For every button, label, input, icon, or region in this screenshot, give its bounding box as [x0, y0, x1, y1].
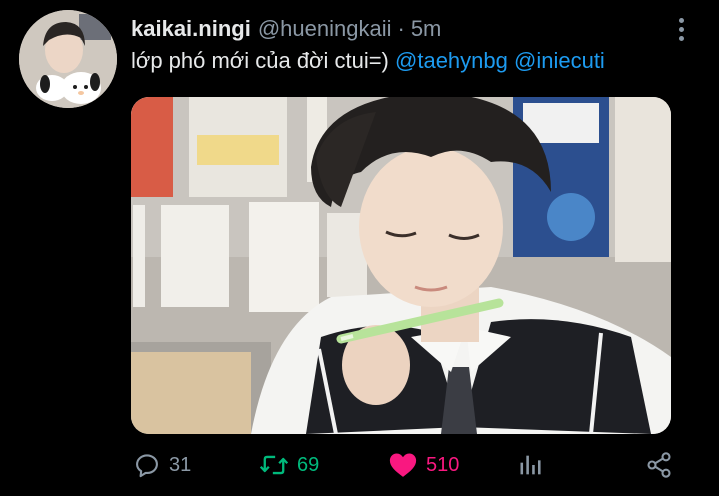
- tweet-actions: 31 69 510: [131, 446, 691, 484]
- tweet[interactable]: kaikai.ningi @hueningkaii · 5m lớp phó m…: [0, 0, 719, 496]
- display-name[interactable]: kaikai.ningi: [131, 14, 251, 44]
- retweet-button[interactable]: 69: [259, 446, 319, 484]
- avatar-image: [19, 10, 117, 108]
- stats-button[interactable]: [517, 446, 545, 484]
- heart-icon: [389, 453, 417, 477]
- user-handle[interactable]: @hueningkaii: [258, 14, 392, 44]
- tweet-header: kaikai.ningi @hueningkaii · 5m: [131, 14, 441, 44]
- tweet-body: lớp phó mới của đời ctui=): [131, 48, 389, 73]
- share-button[interactable]: [645, 446, 673, 484]
- reply-button[interactable]: 31: [133, 446, 191, 484]
- mention-link[interactable]: @taehynbg: [395, 48, 508, 73]
- more-dot: [678, 17, 684, 23]
- like-button[interactable]: 510: [388, 446, 459, 484]
- header-separator: ·: [397, 16, 405, 41]
- mention-link[interactable]: @iniecuti: [514, 48, 605, 73]
- stats-icon: [520, 455, 541, 475]
- tweet-photo: [131, 97, 671, 434]
- more-dot: [678, 35, 684, 41]
- retweet-icon: [259, 455, 289, 475]
- tweet-text: lớp phó mới của đời ctui=) @taehynbg @in…: [131, 46, 605, 76]
- tweet-media[interactable]: [131, 97, 671, 434]
- share-icon: [647, 452, 671, 478]
- reply-icon: [136, 454, 158, 478]
- like-count: 510: [426, 453, 460, 476]
- more-dot: [678, 26, 684, 32]
- more-options-icon[interactable]: [670, 14, 692, 44]
- retweet-count: 69: [297, 453, 320, 476]
- tweet-timestamp[interactable]: 5m: [411, 14, 442, 44]
- profile-avatar[interactable]: [19, 10, 117, 108]
- reply-count: 31: [169, 453, 192, 476]
